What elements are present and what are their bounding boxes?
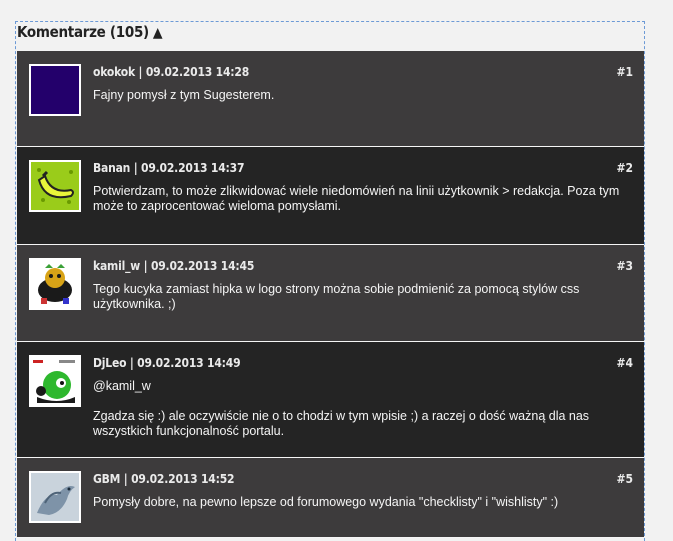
comment-number[interactable]: #4 [616,356,633,370]
comment-meta: Banan | 09.02.2013 14:37 [93,161,245,175]
comment-date: 09.02.2013 14:37 [141,161,245,175]
comment-number[interactable]: #3 [616,259,633,273]
comment-meta: okokok | 09.02.2013 14:28 [93,65,250,79]
banana-avatar-icon [31,162,79,210]
avatar-image-icon [31,66,79,114]
avatar[interactable] [29,258,81,310]
comment-date: 09.02.2013 14:45 [150,259,255,273]
comment-item: okokok | 09.02.2013 14:28 #1 Fajny pomys… [17,51,644,147]
comment-date: 09.02.2013 14:52 [131,472,235,486]
comment-text: Pomysły dobre, na pewno lepsze od forumo… [93,495,633,510]
comment-author[interactable]: kamil_w [93,259,140,273]
comment-text: Tego kucyka zamiast hipka w logo strony … [93,282,633,312]
dragon-avatar-icon [31,473,79,521]
comments-title: Komentarze (105) [17,23,149,41]
comments-list: okokok | 09.02.2013 14:28 #1 Fajny pomys… [17,51,644,538]
comment-paragraph: Pomysły dobre, na pewno lepsze od forumo… [93,495,559,509]
avatar[interactable] [29,355,81,407]
comment-paragraph: Fajny pomysł z tym Sugesterem. [93,88,275,102]
comment-meta: GBM | 09.02.2013 14:52 [93,472,235,486]
comment-date: 09.02.2013 14:49 [137,356,241,370]
comment-text: Fajny pomysł z tym Sugesterem. [93,88,633,103]
comment-number[interactable]: #1 [616,65,633,79]
comment-paragraph: Tego kucyka zamiast hipka w logo strony … [93,282,580,311]
comment-item: Banan | 09.02.2013 14:37 #2 Potwierdzam,… [17,147,644,245]
comment-item: GBM | 09.02.2013 14:52 #5 Pomysły dobre,… [17,458,644,538]
avatar[interactable] [29,471,81,523]
comment-number[interactable]: #2 [616,161,633,175]
comment-author[interactable]: Banan [93,161,130,175]
avatar[interactable] [29,160,81,212]
comment-paragraph: Zgadza się :) ale oczywiście nie o to ch… [93,409,590,438]
comment-meta: DjLeo | 09.02.2013 14:49 [93,356,241,370]
comment-paragraph[interactable]: @kamil_w [93,379,633,394]
character-avatar-icon [31,260,79,308]
comment-date: 09.02.2013 14:28 [145,65,250,79]
comment-item: kamil_w | 09.02.2013 14:45 #3 Tego kucyk… [17,245,644,342]
comment-text: Potwierdzam, to może zlikwidować wiele n… [93,184,633,214]
comment-author[interactable]: okokok [93,65,135,79]
comment-author[interactable]: GBM [93,472,120,486]
collapse-arrow-icon[interactable]: ▲ [153,25,163,41]
avatar[interactable] [29,64,81,116]
comment-paragraph: Potwierdzam, to może zlikwidować wiele n… [93,184,620,213]
comment-text: @kamil_w Zgadza się :) ale oczywiście ni… [93,379,633,439]
comment-number[interactable]: #5 [616,472,633,486]
comment-meta: kamil_w | 09.02.2013 14:45 [93,259,255,273]
comment-author[interactable]: DjLeo [93,356,126,370]
comment-item: DjLeo | 09.02.2013 14:49 #4 @kamil_w Zga… [17,342,644,458]
dj-avatar-icon [31,357,79,405]
comments-header[interactable]: Komentarze (105) ▲ [17,21,163,43]
